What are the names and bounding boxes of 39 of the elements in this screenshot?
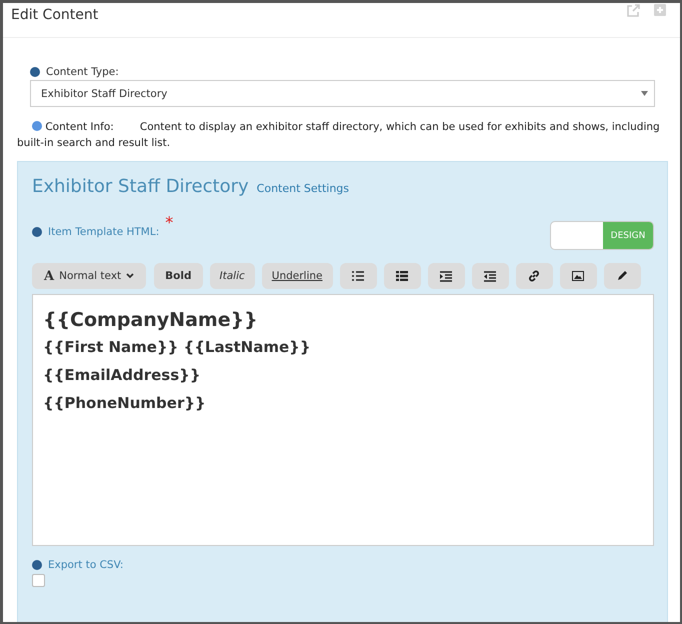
edit-button[interactable] [604, 263, 640, 289]
indent-icon [440, 270, 452, 282]
window-title: Edit Content [11, 7, 98, 23]
html-editor[interactable]: {{CompanyName}} {{First Name}} {{LastName}} {{EmailAddress}} {{PhoneNumber}} [32, 294, 654, 546]
font-icon: A [44, 268, 54, 284]
template-line: {{First Name}} {{LastName}} [43, 338, 312, 356]
info-icon [32, 226, 42, 236]
required-mark: * [165, 213, 174, 232]
content-settings-link[interactable]: Content Settings [256, 182, 350, 195]
link-icon [528, 270, 540, 282]
text-style-dropdown[interactable]: A Normal text [32, 263, 146, 289]
image-icon [572, 271, 584, 281]
bullet-list-icon [352, 271, 364, 281]
info-icon [32, 560, 42, 570]
list-icon [396, 271, 408, 281]
bold-button[interactable]: Bold [154, 263, 202, 289]
outdent-button[interactable] [472, 263, 508, 289]
info-icon [30, 67, 40, 77]
template-heading: {{CompanyName}} [43, 309, 259, 331]
italic-button[interactable]: Italic [210, 263, 255, 289]
content-info-text: Content Info: Content to display an exhibitor staff directory, which can be used for exhibits and shows, including built-in search and result list. [17, 120, 661, 151]
list-button[interactable] [384, 263, 420, 289]
content-type-select[interactable]: Exhibitor Staff Directory [30, 80, 655, 107]
chevron-down-icon [126, 273, 134, 279]
dropdown-caret-icon [641, 91, 648, 96]
panel-title: Exhibitor Staff Directory [32, 176, 249, 197]
export-csv-label: Export to CSV: [48, 559, 124, 571]
pencil-icon [616, 270, 628, 282]
export-csv-checkbox[interactable] [32, 574, 45, 587]
item-template-label: Item Template HTML: [48, 226, 160, 238]
template-line: {{PhoneNumber}} [43, 394, 207, 412]
image-button[interactable] [560, 263, 596, 289]
template-line: {{EmailAddress}} [43, 366, 202, 384]
underline-button[interactable]: Underline [262, 263, 332, 289]
bullet-list-button[interactable] [340, 263, 376, 289]
indent-button[interactable] [428, 263, 464, 289]
link-button[interactable] [516, 263, 552, 289]
content-type-label: Content Type: [46, 66, 119, 78]
outdent-icon [484, 270, 496, 282]
